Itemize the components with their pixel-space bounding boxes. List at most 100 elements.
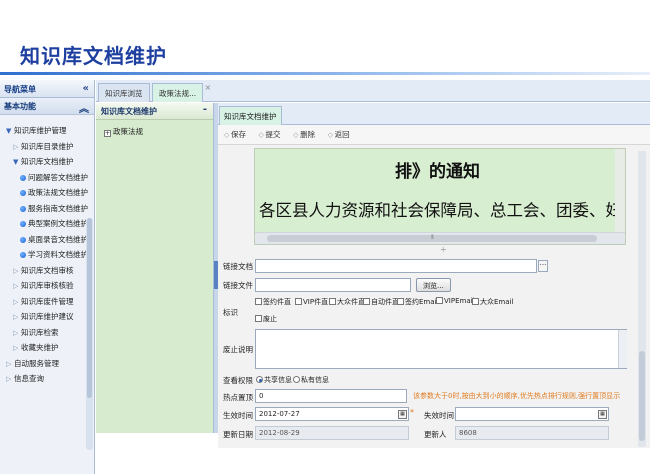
radio-circle[interactable] (293, 376, 300, 383)
nav-section-header[interactable]: 基本功能 ︽ (0, 98, 94, 115)
tree-node-policy[interactable]: + 政策法规 (96, 120, 213, 143)
collapsed-icon[interactable]: ▷ (13, 140, 21, 156)
main-scrollbar[interactable] (638, 151, 646, 447)
abolish-note-textarea[interactable] (255, 329, 627, 369)
content-editor[interactable]: 排》的通知 各区县人力资源和社会保障局、总工会、团委、妇 ⦀ (254, 148, 626, 245)
permission-shared-radio[interactable]: 共享信息 (256, 375, 292, 385)
sidebar-item-label: 桌面录音文档维护 (28, 234, 88, 244)
browse-button[interactable]: 浏览... (416, 278, 451, 292)
tab-policy[interactable]: 政策法规... × (152, 83, 211, 102)
link-doc-input[interactable] (255, 259, 537, 273)
tag-checkbox[interactable]: 大众Email (472, 297, 513, 307)
sidebar-item[interactable]: ▷ 信息查询 (0, 371, 94, 387)
sidebar-item[interactable]: 典型案例文档维护 (0, 216, 94, 232)
save-button[interactable]: ◇ 保存 (224, 129, 246, 140)
sidebar-item-label: 知识库检索 (21, 327, 59, 337)
updated-date-field: 2012-08-29 (255, 426, 409, 440)
sidebar-item-label: 学习资料文档维护 (28, 250, 88, 259)
collapsed-icon[interactable]: ▷ (13, 341, 21, 357)
editor-hscroll[interactable]: ⦀ (255, 232, 625, 244)
collapsed-icon[interactable]: ▷ (13, 295, 21, 311)
back-button[interactable]: ◇ 返回 (328, 129, 350, 140)
collapsed-icon[interactable]: ▷ (13, 326, 21, 342)
checkbox-box[interactable] (363, 298, 370, 305)
sidebar-item[interactable]: ▷ 知识库目录维护 (0, 139, 94, 155)
link-file-input[interactable] (255, 278, 411, 292)
sidebar-item[interactable]: ▼ 知识库文档维护 (0, 154, 94, 170)
effective-date-input[interactable]: 2012-07-27 (255, 407, 409, 421)
collapsed-icon[interactable]: ▷ (13, 264, 21, 280)
tag-checkbox[interactable]: 签约件直 (255, 297, 291, 307)
bullet-icon[interactable] (20, 252, 26, 258)
tab-doc-maintenance[interactable]: 知识库文档维护 (219, 106, 282, 125)
hot-top-input[interactable]: 0 (255, 389, 407, 403)
editor-text-line: 排》的通知 (395, 162, 480, 182)
bullet-icon[interactable] (20, 190, 26, 196)
collapse-left-icon[interactable]: « (83, 83, 89, 94)
checkbox-box[interactable] (255, 315, 262, 322)
link-file-label: 链接文件 (223, 281, 253, 290)
collapsed-icon[interactable]: ▷ (6, 357, 14, 373)
sidebar-item[interactable]: ▷ 知识库文档审核 (0, 263, 94, 279)
checkbox-box[interactable] (397, 298, 404, 305)
sidebar-item[interactable]: ▷ 知识库废件管理 (0, 294, 94, 310)
nav-scroll-thumb[interactable] (87, 218, 92, 398)
collapsed-icon[interactable]: ▷ (6, 372, 14, 388)
collapsed-icon[interactable]: ▷ (13, 279, 21, 295)
tag-checkbox[interactable]: 大众件直 (329, 297, 365, 307)
collapsed-icon[interactable]: ▷ (13, 310, 21, 326)
bullet-icon[interactable] (20, 221, 26, 227)
tree-node-label: 政策法规 (113, 127, 143, 136)
tag-checkbox[interactable]: 废止 (255, 314, 277, 324)
expand-icon[interactable]: + (104, 130, 111, 137)
sidebar-item[interactable]: 服务指南文档维护 (0, 201, 94, 217)
submit-button[interactable]: ◇ 提交 (259, 129, 281, 140)
tag-checkbox[interactable]: VIPEmail (436, 297, 475, 305)
collapse-icon[interactable]: - (203, 104, 207, 115)
checkbox-box[interactable] (436, 297, 443, 304)
sidebar-item[interactable]: ▷ 知识库维护建议 (0, 309, 94, 325)
bullet-icon[interactable] (20, 174, 26, 181)
radio-circle[interactable] (256, 376, 263, 383)
expanded-icon[interactable]: ▼ (13, 155, 21, 171)
checkbox-box[interactable] (255, 298, 262, 305)
permission-label: 查看权限 (223, 376, 253, 385)
select-doc-button[interactable]: ··· (538, 260, 548, 272)
calendar-icon[interactable]: ▦ (598, 410, 607, 419)
checkbox-box[interactable] (295, 298, 302, 305)
delete-button[interactable]: ◇ 删除 (293, 129, 315, 140)
checkbox-box[interactable] (472, 298, 479, 305)
expire-date-input[interactable] (455, 407, 609, 421)
tag-checkbox[interactable]: VIP件直 (295, 297, 328, 307)
updated-label: 更新日期 (223, 430, 253, 439)
tag-label: 自动件直 (371, 298, 399, 306)
sidebar-item[interactable]: ▷ 知识库审核核验 (0, 278, 94, 294)
sidebar-item[interactable]: 学习资料文档维护 (0, 247, 94, 263)
sidebar-item[interactable]: ▷ 知识库检索 (0, 325, 94, 341)
tab-label: 知识库文档维护 (224, 112, 277, 121)
permission-private-radio[interactable]: 私有信息 (293, 375, 329, 385)
resize-handle-icon[interactable]: ÷ (440, 245, 447, 254)
sidebar-item[interactable]: 问题解答文档维护 (0, 170, 94, 186)
sidebar-item[interactable]: 桌面录音文档维护 (0, 232, 94, 248)
sidebar-item[interactable]: ▷ 收藏夹维护 (0, 340, 94, 356)
sidebar-item-label: 问题解答文档维护 (28, 172, 88, 182)
sidebar-item[interactable]: 政策法规文档维护 (0, 185, 94, 201)
expanded-icon[interactable]: ▼ (6, 124, 14, 140)
sidebar-item[interactable]: ▼ 知识库维护管理 (0, 123, 94, 139)
updater-field: 8608 (455, 426, 609, 440)
calendar-icon[interactable]: ▦ (398, 410, 407, 419)
tag-checkbox[interactable]: 自动件直 (363, 297, 399, 307)
bullet-icon[interactable] (20, 205, 26, 212)
checkbox-box[interactable] (329, 298, 336, 305)
tab-knowledge-browse[interactable]: 知识库浏览 (98, 83, 150, 102)
main-scroll-thumb[interactable] (639, 351, 645, 441)
collapse-up-icon[interactable]: ︽ (79, 100, 89, 115)
close-icon[interactable]: × (204, 83, 211, 92)
textarea-scrollbar[interactable] (618, 330, 627, 368)
editor-vscroll[interactable] (615, 149, 625, 233)
bullet-icon[interactable] (20, 236, 26, 243)
nav-scrollbar[interactable] (86, 218, 93, 450)
tag-checkbox[interactable]: 签约Email (397, 297, 438, 307)
sidebar-item[interactable]: ▷ 自动服务管理 (0, 356, 94, 372)
